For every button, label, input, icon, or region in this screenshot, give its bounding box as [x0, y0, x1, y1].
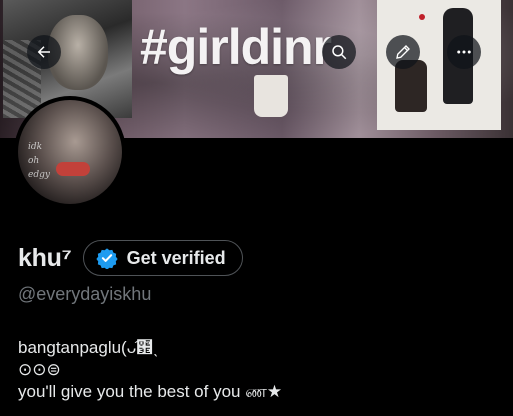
more-horizontal-icon — [457, 50, 471, 54]
banner-rose — [419, 14, 425, 20]
display-name: khu⁷ — [18, 243, 72, 272]
avatar-scribble-line: edgy — [28, 170, 50, 180]
avatar-hand — [56, 162, 90, 176]
avatar-photo: idk oh edgy — [18, 100, 122, 204]
verified-badge-icon — [95, 248, 118, 269]
bio-line: you'll give you the best of you ண★ — [18, 382, 283, 401]
get-verified-button[interactable]: Get verified — [82, 240, 243, 276]
search-button[interactable] — [322, 35, 356, 69]
profile-bio: bangtanpaglu(ᴗ͡฾ˎ ⊙⊙⊜ you'll give you th… — [18, 337, 282, 403]
avatar[interactable]: idk oh edgy — [14, 96, 126, 208]
avatar-scribble-line: oh — [28, 156, 40, 166]
more-button[interactable] — [447, 35, 481, 69]
banner-cup — [254, 75, 288, 117]
arrow-left-icon — [37, 46, 50, 58]
banner-text: #girldinr — [140, 19, 332, 75]
back-button[interactable] — [27, 35, 61, 69]
avatar-scribble-line: idk — [28, 142, 43, 152]
name-row: khu⁷ Get verified — [18, 240, 243, 276]
username-handle: @everydayiskhu — [18, 284, 152, 304]
pencil-icon — [396, 45, 410, 59]
bio-line: ⊙⊙⊜ — [18, 360, 61, 379]
get-verified-label: Get verified — [126, 247, 226, 268]
edit-button[interactable] — [386, 35, 420, 69]
search-icon — [332, 45, 347, 60]
avatar-scribble: idk oh edgy — [28, 140, 50, 182]
bio-line: bangtanpaglu(ᴗ͡฾ˎ — [18, 338, 159, 357]
